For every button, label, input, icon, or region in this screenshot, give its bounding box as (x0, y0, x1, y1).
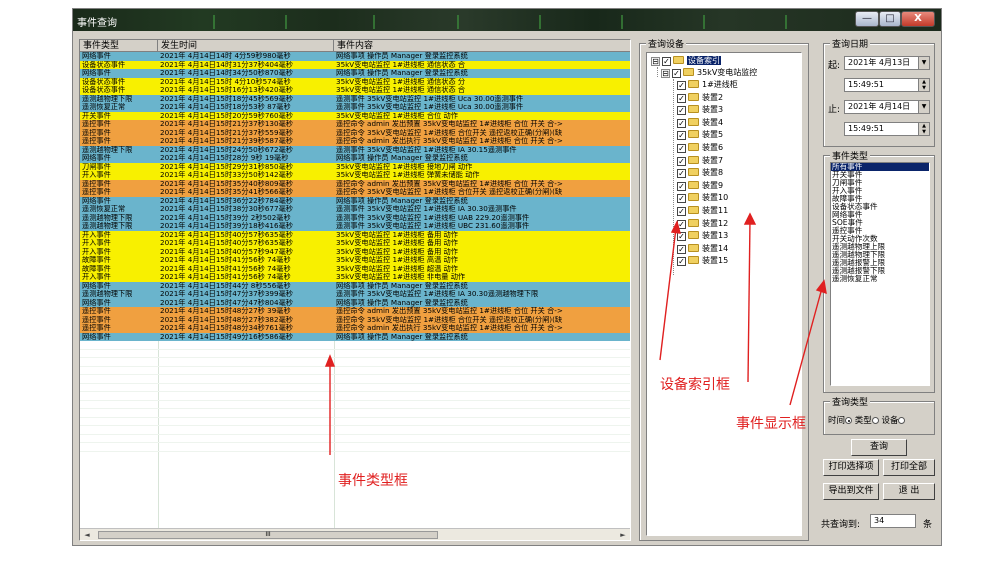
arrowhead (815, 279, 827, 295)
annotation-device-index-box: 设备索引框 (660, 377, 730, 393)
arrowhead (324, 354, 336, 367)
annotation-event-type-box: 事件类型框 (338, 473, 408, 489)
device-index-arrow-right (747, 219, 751, 383)
arrowhead (670, 220, 681, 234)
annotation-arrows (324, 212, 827, 455)
arrowhead (743, 212, 757, 225)
device-index-arrow-left (659, 227, 677, 361)
annotation-event-display-box: 事件显示框 (736, 416, 806, 432)
event-display-arrow (789, 287, 823, 406)
